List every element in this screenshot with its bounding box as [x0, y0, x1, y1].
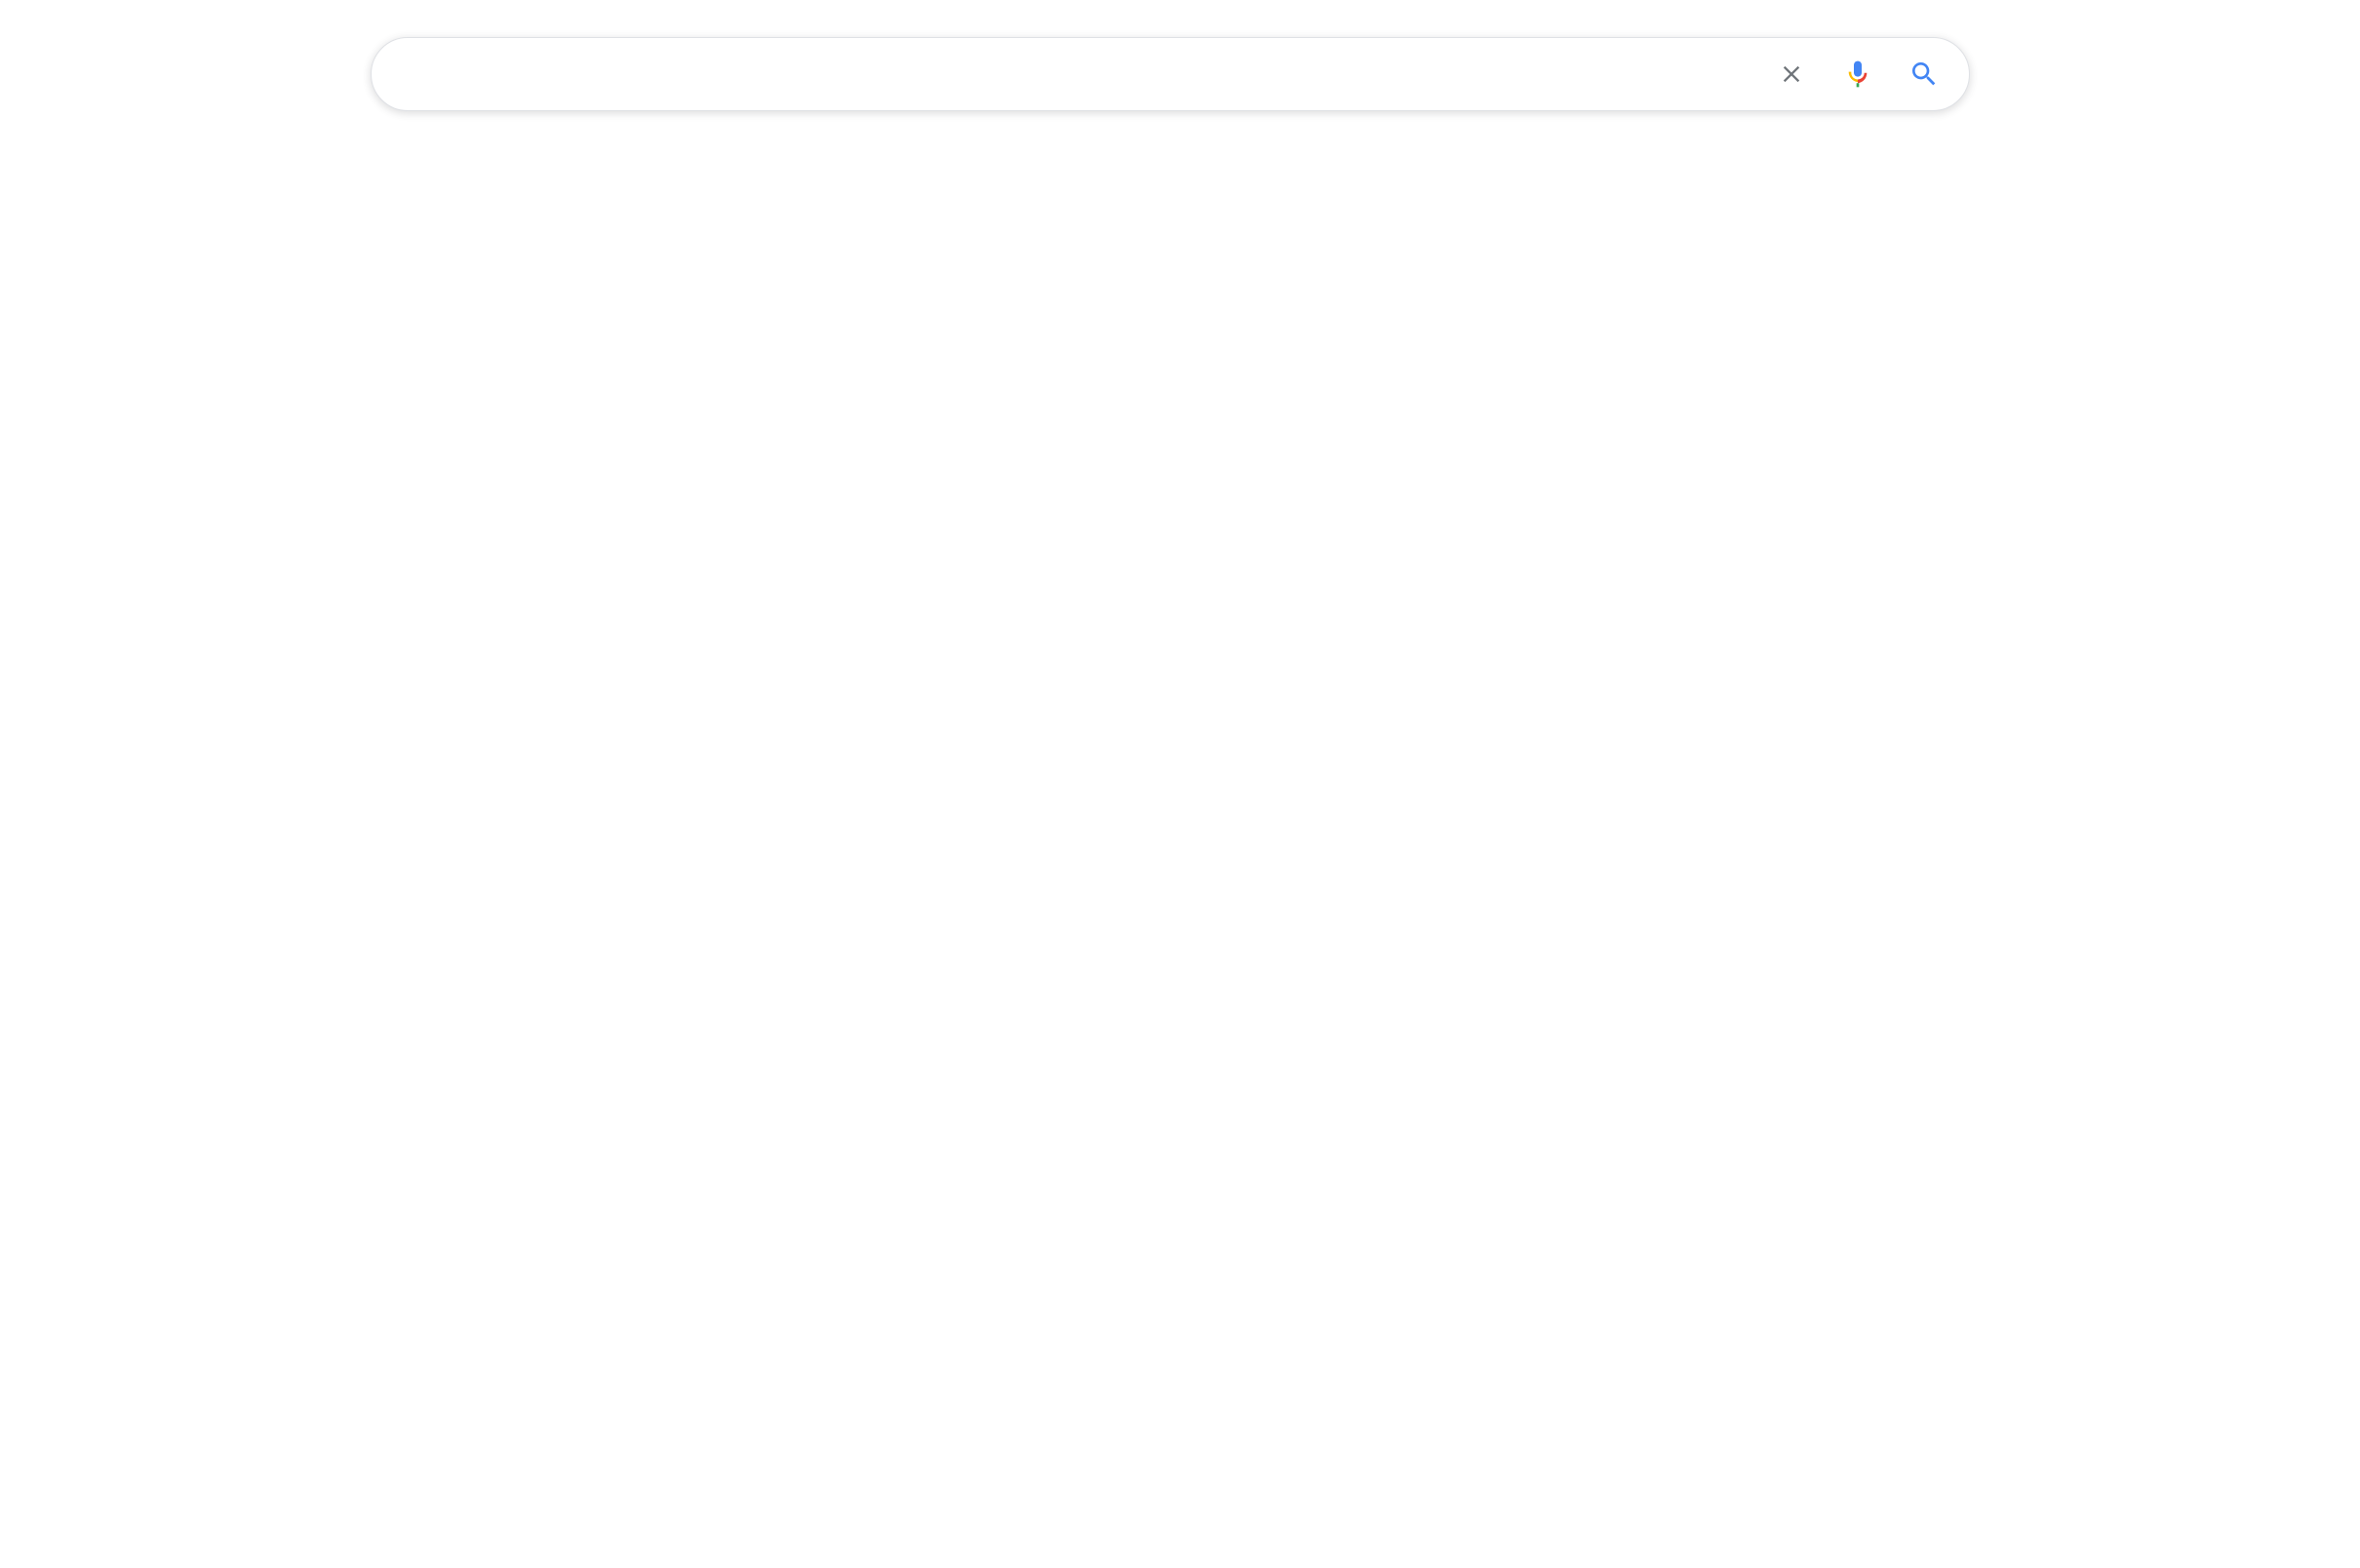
search-button[interactable] [1895, 45, 1953, 103]
voice-search-button[interactable] [1829, 45, 1887, 103]
clear-icon [1778, 60, 1805, 88]
search-input[interactable] [399, 38, 1762, 110]
microphone-icon [1842, 59, 1873, 90]
search-bar [371, 37, 1970, 111]
search-icon [1908, 59, 1940, 90]
clear-button[interactable] [1762, 45, 1821, 103]
